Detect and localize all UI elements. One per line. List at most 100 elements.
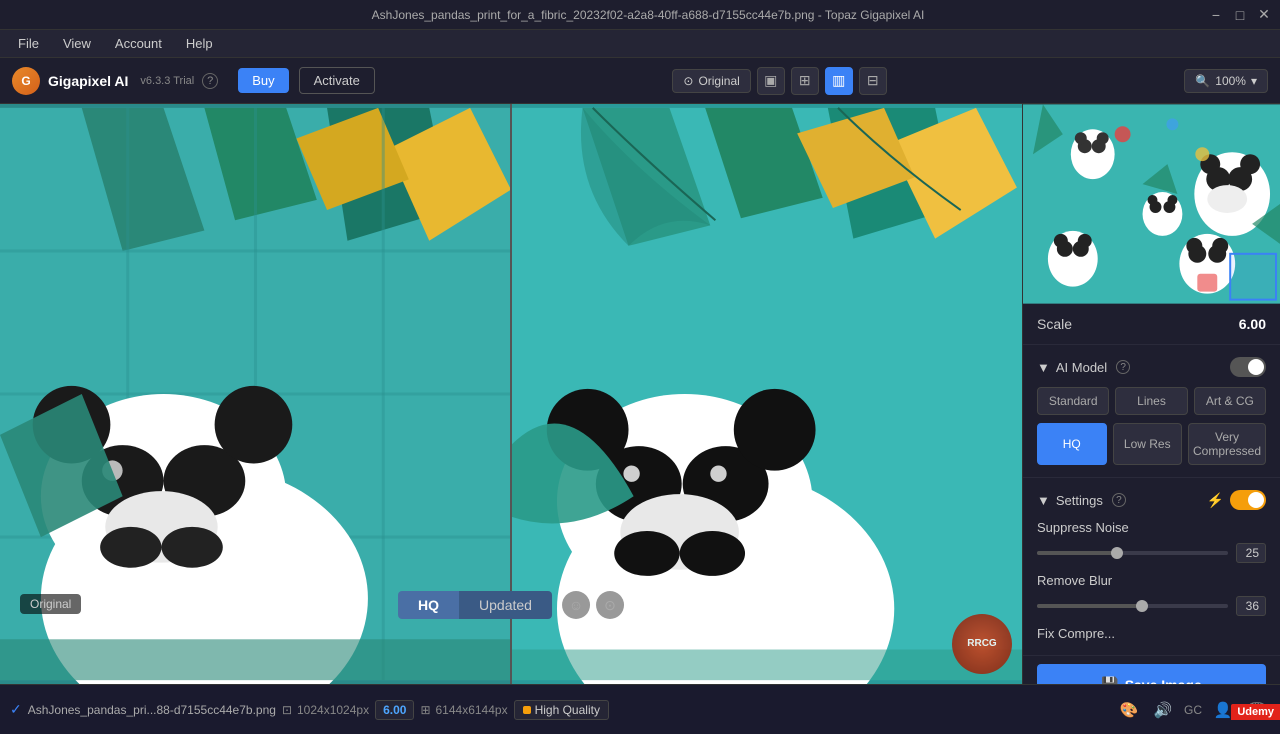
settings-chevron-icon[interactable]: ▼	[1037, 493, 1050, 508]
remove-blur-fill	[1037, 604, 1142, 608]
output-res-info: ⊞ 6144x6144px	[420, 703, 507, 717]
canvas-area[interactable]: Original HQ Updated ☺ ⊙ RRCG	[0, 104, 1022, 684]
updated-label: Updated	[459, 591, 552, 619]
input-res-label: 1024x1024px	[297, 703, 369, 717]
zoom-chevron-icon: ▾	[1251, 74, 1257, 88]
scale-value: 6.00	[1239, 316, 1266, 332]
menu-account[interactable]: Account	[105, 33, 172, 54]
hq-label: HQ	[398, 591, 459, 619]
quality-label: High Quality	[535, 703, 600, 717]
badge-icons: ☺ ⊙	[562, 591, 624, 619]
scale-row: Scale 6.00	[1037, 316, 1266, 332]
close-button[interactable]: ✕	[1256, 7, 1272, 23]
settings-title: ▼ Settings ?	[1037, 493, 1126, 508]
model-lines-button[interactable]: Lines	[1115, 387, 1187, 415]
badge-icon-info[interactable]: ⊙	[596, 591, 624, 619]
badge-icon-smile[interactable]: ☺	[562, 591, 590, 619]
ai-model-title: ▼ AI Model ?	[1037, 360, 1130, 375]
action-bar: ✓ AshJones_pandas_pri...88-d7155cc44e7b.…	[0, 684, 1280, 734]
ai-model-toggle[interactable]	[1230, 357, 1266, 377]
app-version: v6.3.3 Trial	[140, 75, 194, 87]
original-label: Original	[698, 74, 739, 88]
save-label: Save Image	[1125, 677, 1202, 685]
model-standard-button[interactable]: Standard	[1037, 387, 1109, 415]
quality-compressed-button[interactable]: Very Compressed	[1188, 423, 1266, 465]
app-name: Gigapixel AI	[48, 73, 128, 89]
view-single-button[interactable]: ▣	[757, 67, 785, 95]
maximize-button[interactable]: □	[1232, 7, 1248, 23]
menu-view[interactable]: View	[53, 33, 101, 54]
quality-dot	[523, 706, 531, 714]
res-icon: ⊡	[282, 703, 292, 717]
input-res-info: ⊡ 1024x1024px	[282, 703, 369, 717]
fix-compression-label: Fix Compre...	[1037, 626, 1266, 641]
ai-model-label: AI Model	[1056, 360, 1107, 375]
ai-model-header: ▼ AI Model ?	[1037, 357, 1266, 377]
toolbar-center: ⊙ Original ▣ ⊞ ▥ ⊟	[672, 67, 886, 95]
hq-badge: HQ Updated ☺ ⊙	[398, 591, 624, 619]
activate-button[interactable]: Activate	[299, 67, 375, 94]
check-icon: ✓	[10, 701, 22, 718]
settings-toggle-knob	[1248, 492, 1264, 508]
quality-hq-button[interactable]: HQ	[1037, 423, 1107, 465]
quality-buttons-group: HQ Low Res Very Compressed	[1037, 423, 1266, 465]
suppress-noise-value[interactable]: 25	[1236, 543, 1266, 563]
menu-file[interactable]: File	[8, 33, 49, 54]
remove-blur-thumb	[1136, 600, 1148, 612]
logo-area: G Gigapixel AI v6.3.3 Trial ?	[12, 67, 218, 95]
toggle-knob	[1248, 359, 1264, 375]
thumbnail-image	[1023, 104, 1280, 304]
output-res-label: 6144x6144px	[436, 703, 508, 717]
scale-badge: 6.00	[375, 700, 414, 720]
suppress-noise-thumb	[1111, 547, 1123, 559]
gc-label: GC	[1184, 703, 1202, 717]
quality-lowres-button[interactable]: Low Res	[1113, 423, 1183, 465]
title-bar-controls: − □ ✕	[1208, 7, 1272, 23]
title-bar: AshJones_pandas_print_for_a_fibric_20232…	[0, 0, 1280, 30]
udemy-badge: Udemy	[1231, 704, 1280, 720]
save-image-button[interactable]: 💾 Save Image	[1037, 664, 1266, 684]
suppress-noise-fill	[1037, 551, 1117, 555]
fix-compression-control: Fix Compre...	[1037, 626, 1266, 641]
minimize-button[interactable]: −	[1208, 7, 1224, 23]
settings-section: ▼ Settings ? ⚡ Suppress Noise	[1023, 478, 1280, 656]
model-artcg-button[interactable]: Art & CG	[1194, 387, 1266, 415]
save-icon: 💾	[1101, 676, 1118, 684]
settings-toggle-area: ⚡	[1207, 490, 1266, 510]
watermark: RRCG	[952, 614, 1012, 674]
original-button[interactable]: ⊙ Original	[672, 69, 750, 93]
zoom-control[interactable]: 🔍 100% ▾	[1184, 69, 1268, 93]
thumbnail-area	[1023, 104, 1280, 304]
ai-model-help-icon[interactable]: ?	[1116, 360, 1130, 374]
title-bar-text: AshJones_pandas_print_for_a_fibric_20232…	[88, 8, 1208, 22]
settings-help-icon[interactable]: ?	[1112, 493, 1126, 507]
file-info: ✓ AshJones_pandas_pri...88-d7155cc44e7b.…	[10, 700, 1108, 720]
view-split-h-button[interactable]: ⊞	[791, 67, 819, 95]
view-split-v-button[interactable]: ▥	[825, 67, 853, 95]
app-logo: G	[12, 67, 40, 95]
scale-label: Scale	[1037, 316, 1072, 332]
remove-blur-control: Remove Blur 36	[1037, 573, 1266, 616]
bolt-icon: ⚡	[1207, 492, 1224, 509]
remove-blur-label: Remove Blur	[1037, 573, 1266, 588]
suppress-noise-control: Suppress Noise 25	[1037, 520, 1266, 563]
suppress-noise-label: Suppress Noise	[1037, 520, 1266, 535]
help-icon[interactable]: ?	[202, 73, 218, 89]
suppress-noise-track[interactable]	[1037, 551, 1228, 555]
original-icon: ⊙	[683, 74, 693, 88]
remove-blur-value[interactable]: 36	[1236, 596, 1266, 616]
ai-model-chevron-icon[interactable]: ▼	[1037, 360, 1050, 375]
color-icon[interactable]: 🎨	[1116, 697, 1142, 723]
speaker-icon[interactable]: 🔊	[1150, 697, 1176, 723]
settings-header: ▼ Settings ? ⚡	[1037, 490, 1266, 510]
remove-blur-track[interactable]	[1037, 604, 1228, 608]
ai-model-section: ▼ AI Model ? Standard Lines Art & CG HQ …	[1023, 345, 1280, 478]
view-compare-button[interactable]: ⊟	[859, 67, 887, 95]
buy-button[interactable]: Buy	[238, 68, 288, 93]
menu-help[interactable]: Help	[176, 33, 223, 54]
canvas-original-label: Original	[20, 594, 81, 614]
ai-model-toggle-area	[1230, 357, 1266, 377]
settings-toggle[interactable]	[1230, 490, 1266, 510]
quality-badge: High Quality	[514, 700, 609, 720]
filename-label: AshJones_pandas_pri...88-d7155cc44e7b.pn…	[28, 703, 276, 717]
